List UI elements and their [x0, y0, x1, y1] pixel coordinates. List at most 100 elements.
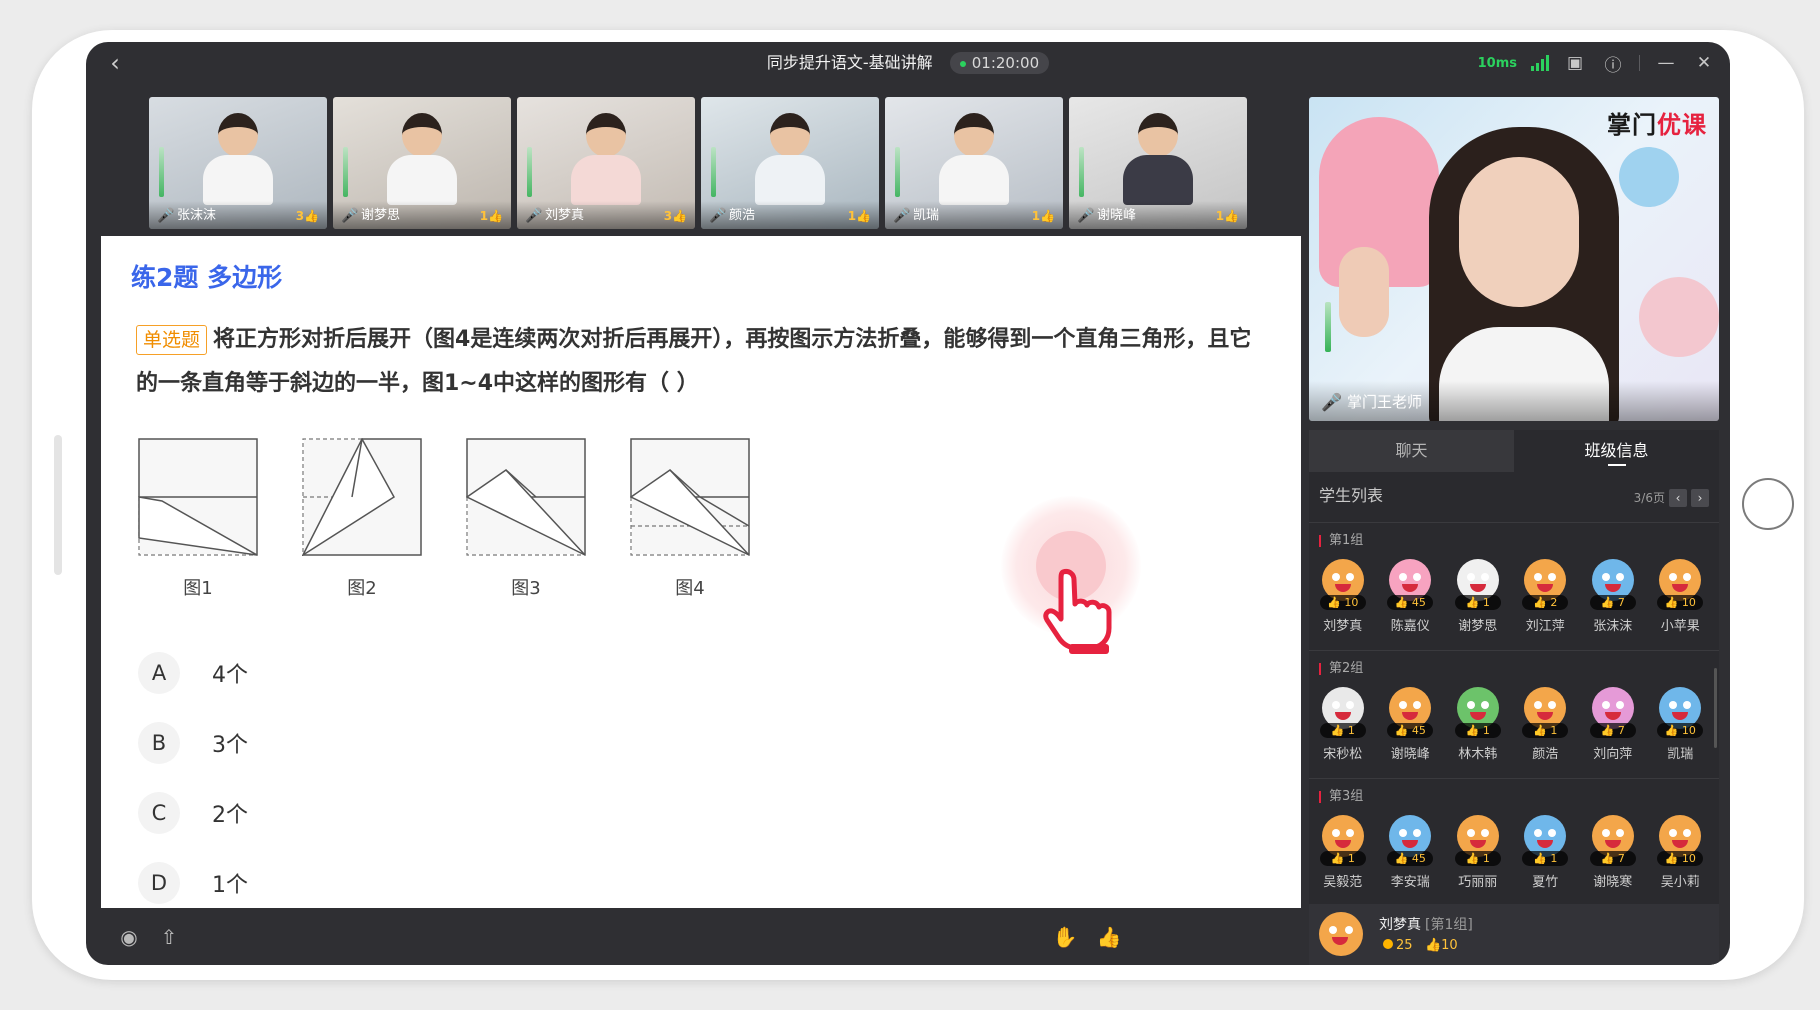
shirt-icon[interactable]: ⇧: [154, 922, 184, 952]
student-item[interactable]: 👍 45 李安瑞: [1377, 815, 1445, 890]
student-video-tile[interactable]: 🎤 张沫沫 3👍: [149, 97, 327, 229]
student-item[interactable]: 👍 1 巧丽丽: [1444, 815, 1512, 890]
figure-label: 图1: [183, 578, 213, 599]
student-item[interactable]: 👍 7 谢晓寒: [1579, 815, 1647, 890]
thumbs-up-icon: 👍: [1394, 724, 1409, 737]
back-arrow-icon[interactable]: ‹: [102, 49, 128, 77]
audio-level-meter: [711, 147, 716, 197]
student-name: 谢梦思: [1458, 619, 1498, 634]
answer-option-c[interactable]: C 2个: [138, 778, 248, 848]
close-icon[interactable]: ✕: [1692, 51, 1716, 75]
student-name: 凯瑞: [1667, 747, 1694, 762]
class-info-panel: 聊天 班级信息 学生列表 3/6页 ‹ › 第1组 👍 10 刘梦真 👍 45 陈嘉仪 👍…: [1309, 430, 1719, 965]
device-home-button[interactable]: [1742, 478, 1794, 530]
student-name: 吴小莉: [1660, 875, 1700, 890]
student-item[interactable]: 👍 7 张沫沫: [1579, 559, 1647, 634]
teacher-face: [1459, 157, 1579, 307]
student-video-likes: 1👍: [479, 209, 503, 223]
student-item[interactable]: 👍 7 刘向萍: [1579, 687, 1647, 762]
whiteboard[interactable]: 练2题 多边形 单选题 将正方形对折后展开（图4是连续两次对折后再展开），再按图示…: [101, 236, 1301, 908]
audio-level-meter: [343, 147, 348, 197]
tab-class-info[interactable]: 班级信息: [1514, 430, 1719, 472]
thumbs-up-icon: 👍: [1224, 209, 1239, 223]
student-video-tile[interactable]: 🎤 谢晓峰 1👍: [1069, 97, 1247, 229]
thumbs-up-icon: 👍: [1600, 596, 1615, 609]
answer-option-b[interactable]: B 3个: [138, 708, 248, 778]
student-name: 林木韩: [1458, 747, 1498, 762]
coin-icon: [1383, 939, 1393, 949]
pointer-hand-icon: [1043, 569, 1112, 654]
option-letter: B: [138, 722, 180, 764]
student-item[interactable]: 👍 10 凯瑞: [1647, 687, 1715, 762]
microphone-icon: 🎤: [341, 208, 359, 224]
student-item[interactable]: 👍 1 谢梦思: [1444, 559, 1512, 634]
chevron-right-icon[interactable]: ›: [1691, 489, 1709, 507]
tab-chat[interactable]: 聊天: [1309, 430, 1514, 472]
student-video-person: [387, 113, 457, 205]
audio-level-meter: [527, 147, 532, 197]
like-badge: 👍 45: [1387, 595, 1434, 610]
screen-icon[interactable]: ▣: [1563, 51, 1587, 75]
student-video-tile[interactable]: 🎤 颜浩 1👍: [701, 97, 879, 229]
thumbs-up-icon: 👍: [1664, 724, 1679, 737]
student-video-tile[interactable]: 🎤 凯瑞 1👍: [885, 97, 1063, 229]
figure: 图1: [138, 438, 258, 600]
class-timer: 01:20:00: [949, 52, 1050, 74]
help-icon[interactable]: ⓘ: [1601, 51, 1625, 76]
like-badge: 👍 7: [1589, 851, 1636, 866]
brand-logo: 掌门优课: [1607, 111, 1707, 139]
student-video-tile[interactable]: 🎤 谢梦思 1👍: [333, 97, 511, 229]
student-video-strip: 🎤 张沫沫 3👍 🎤 谢梦思 1👍 🎤 刘梦真 3👍 🎤 颜浩 1�: [149, 97, 1247, 229]
student-video-person: [571, 113, 641, 205]
live-dot-icon: [959, 60, 966, 67]
like-badge: 👍 7: [1589, 595, 1636, 610]
thumbs-up-icon: 👍: [672, 209, 687, 223]
teacher-video[interactable]: 掌门优课 🎤 掌门王老师: [1309, 97, 1719, 421]
student-name: 小苹果: [1660, 619, 1700, 634]
student-item[interactable]: 👍 10 刘梦真: [1309, 559, 1377, 634]
student-item[interactable]: 👍 1 宋秒松: [1309, 687, 1377, 762]
student-item[interactable]: 👍 10 吴小莉: [1647, 815, 1715, 890]
microphone-icon: 🎤: [525, 208, 543, 224]
minimize-icon[interactable]: —: [1654, 51, 1678, 75]
scrollbar[interactable]: [1714, 668, 1717, 748]
audio-level-meter: [1325, 302, 1331, 352]
current-student-name: 刘梦真 [第1组]: [1379, 917, 1473, 933]
student-item[interactable]: 👍 45 陈嘉仪: [1377, 559, 1445, 634]
current-student-card: 刘梦真 [第1组] 25 👍10: [1309, 904, 1719, 965]
thumbs-up-icon: 👍: [1394, 852, 1409, 865]
like-badge: 👍 10: [1657, 723, 1704, 738]
student-item[interactable]: 👍 1 林木韩: [1444, 687, 1512, 762]
chevron-left-icon[interactable]: ‹: [1669, 489, 1687, 507]
figure-label: 图4: [675, 578, 705, 599]
student-item[interactable]: 👍 1 颜浩: [1512, 687, 1580, 762]
group-label: 第3组: [1319, 790, 1363, 803]
bottom-toolbar: ◉ ⇧ ✋ 👍: [86, 908, 1301, 965]
eye-icon[interactable]: ◉: [114, 922, 144, 952]
thumbs-up-icon: 👍: [1394, 596, 1409, 609]
student-list-header: 学生列表 3/6页 ‹ ›: [1319, 482, 1709, 510]
like-badge: 👍 1: [1522, 851, 1569, 866]
thumbs-up-icon: 👍: [1533, 724, 1547, 737]
like-badge: 👍 45: [1387, 723, 1434, 738]
panel-tabs: 聊天 班级信息: [1309, 430, 1719, 472]
option-text: 2个: [212, 803, 248, 828]
student-item[interactable]: 👍 10 小苹果: [1647, 559, 1715, 634]
thumbs-up-icon: 👍: [1465, 852, 1480, 865]
answer-option-a[interactable]: A 4个: [138, 638, 248, 708]
raise-hand-icon[interactable]: ✋: [1050, 922, 1080, 952]
student-item[interactable]: 👍 2 刘江萍: [1512, 559, 1580, 634]
option-letter: A: [138, 652, 180, 694]
option-text: 3个: [212, 733, 248, 758]
student-item[interactable]: 👍 1 夏竹: [1512, 815, 1580, 890]
thumbs-up-icon: 👍: [1664, 852, 1679, 865]
student-list-title: 学生列表: [1319, 486, 1384, 505]
class-timer-text: 01:20:00: [971, 54, 1040, 72]
student-item[interactable]: 👍 45 谢晓峰: [1377, 687, 1445, 762]
option-letter: C: [138, 792, 180, 834]
figure: 图2: [302, 438, 422, 600]
student-item[interactable]: 👍 1 吴毅范: [1309, 815, 1377, 890]
student-video-tile[interactable]: 🎤 刘梦真 3👍: [517, 97, 695, 229]
thumbs-up-icon[interactable]: 👍: [1094, 922, 1124, 952]
student-video-likes: 1👍: [847, 209, 871, 223]
